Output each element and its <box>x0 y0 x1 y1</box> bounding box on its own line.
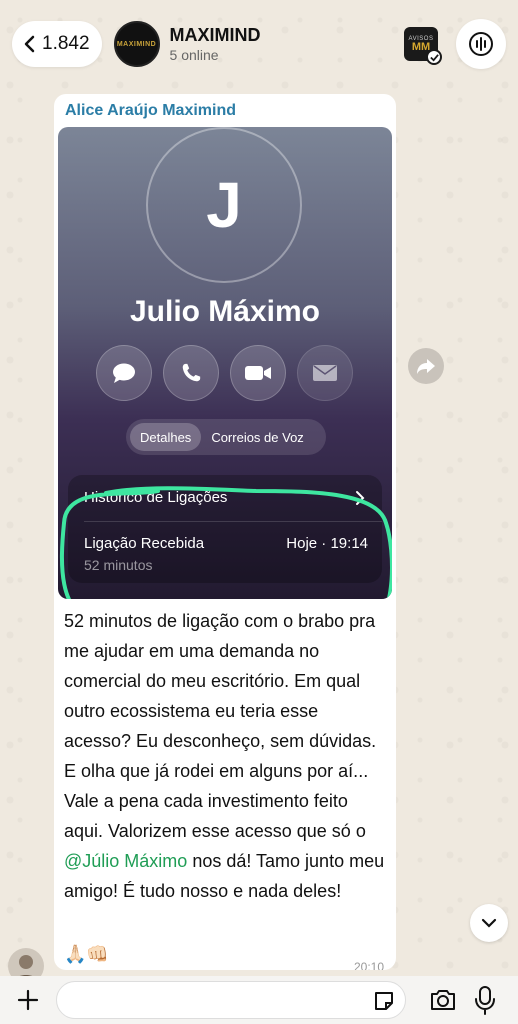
message-icon <box>96 345 152 401</box>
contact-avatar: J <box>146 127 302 283</box>
contact-avatar-letter: J <box>206 169 242 241</box>
group-name: MAXIMIND <box>169 25 261 45</box>
contact-actions <box>96 345 353 401</box>
plus-icon <box>17 989 39 1011</box>
forward-button[interactable] <box>408 348 444 384</box>
chevron-left-icon <box>24 35 35 53</box>
message-input-wrapper <box>56 981 406 1019</box>
tab-correios-de-voz: Correios de Voz <box>211 429 304 445</box>
attach-button[interactable] <box>10 982 46 1018</box>
chat-header: 1.842 MAXIMIND MAXIMIND 5 online AVISOS … <box>0 0 518 88</box>
highlight-scribble <box>59 486 392 599</box>
avisos-community-button[interactable]: AVISOS MM <box>404 27 442 65</box>
sender-name[interactable]: Alice Araújo Maximind <box>65 102 236 120</box>
group-call-button[interactable] <box>456 19 506 69</box>
group-status: 5 online <box>169 47 219 63</box>
message-bubble[interactable]: Alice Araújo Maximind J Julio Máximo Det… <box>54 94 396 970</box>
contact-name: Julio Máximo <box>129 295 321 328</box>
unread-count: 1.842 <box>42 33 90 54</box>
mention-link[interactable]: @Júlio Máximo <box>64 851 187 871</box>
message-composer <box>0 976 518 1024</box>
message-input[interactable] <box>57 982 357 1018</box>
group-avatar-text: MAXIMIND <box>116 40 157 48</box>
tab-detalhes: Detalhes <box>130 423 202 451</box>
contact-tabs: Detalhes Correios de Voz <box>126 419 326 455</box>
video-icon <box>230 345 286 401</box>
message-time: 20:10 <box>353 960 384 970</box>
group-avatar[interactable]: MAXIMIND <box>113 21 160 67</box>
message-emojis: 🙏🏻👊🏻 <box>64 944 109 964</box>
audio-wave-icon <box>469 32 493 56</box>
check-icon <box>426 49 442 65</box>
mail-icon <box>297 345 353 401</box>
chevron-down-icon <box>481 918 497 928</box>
group-info[interactable]: MAXIMIND 5 online <box>170 25 404 63</box>
microphone-icon[interactable] <box>472 985 498 1015</box>
message-text: 52 minutos de ligação com o brabo pra me… <box>64 606 390 906</box>
image-attachment[interactable]: J Julio Máximo Detalhes Correios de Voz … <box>58 127 392 599</box>
back-button[interactable]: 1.842 <box>12 21 102 67</box>
phone-icon <box>163 345 219 401</box>
sticker-icon[interactable] <box>373 990 395 1012</box>
camera-icon[interactable] <box>428 985 458 1015</box>
scroll-down-button[interactable] <box>470 904 508 942</box>
message-text-part: 52 minutos de ligação com o brabo pra me… <box>64 611 377 841</box>
forward-icon <box>417 359 435 374</box>
